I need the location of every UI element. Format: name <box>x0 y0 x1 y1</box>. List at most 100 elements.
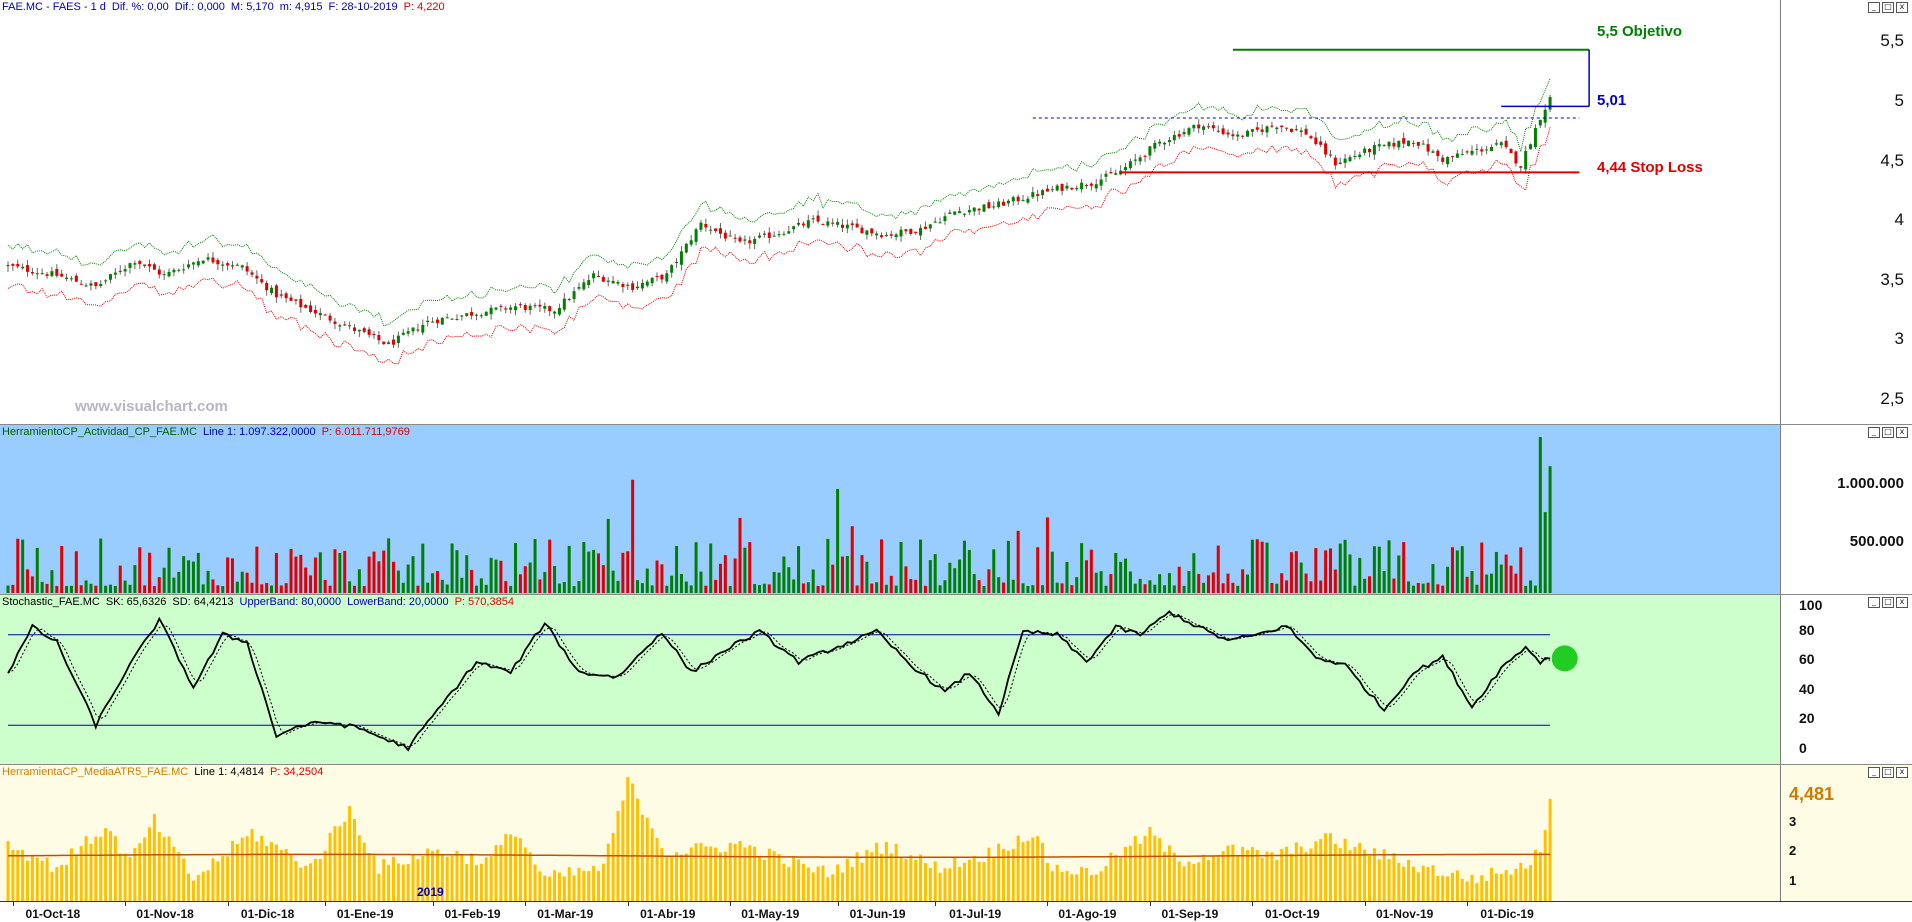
candle-body <box>709 229 713 231</box>
atr-bar <box>684 853 688 901</box>
maximize-button[interactable]: □ <box>1882 597 1894 608</box>
volume-bar <box>118 565 122 593</box>
volume-bar <box>1094 572 1098 593</box>
atr-bar <box>928 867 932 901</box>
atr-bar <box>797 859 801 901</box>
atr-bar <box>289 854 293 901</box>
volume-bar <box>1299 562 1303 593</box>
atr-bar <box>1163 851 1167 901</box>
candle-body <box>416 329 420 331</box>
price-y-axis[interactable]: 5,5 5 4,5 4 3,5 3 2,5 <box>1780 0 1912 424</box>
atr-bar <box>396 863 400 901</box>
candle-body <box>230 265 234 267</box>
volume-bar <box>694 542 698 593</box>
minimize-button[interactable]: _ <box>1868 427 1880 438</box>
volume-bar <box>1304 573 1308 593</box>
candle-body <box>636 286 640 289</box>
atr-bar <box>1206 859 1210 901</box>
activity-plot-area[interactable] <box>0 425 1780 594</box>
atr-bar <box>1031 837 1035 901</box>
candle-body <box>431 321 435 323</box>
candle-body <box>1338 162 1342 165</box>
volume-bar <box>1192 553 1196 593</box>
date-x-axis[interactable]: 01-Oct-18 01-Nov-18 01-Dic-18 01-Ene-19 01-F… <box>0 902 1912 922</box>
price-plot-area[interactable]: www.visualchart.com 5,5 Objetivo 5,01 4,… <box>0 0 1780 424</box>
volume-bar <box>880 539 884 593</box>
candle-body <box>1309 136 1313 139</box>
atr-panel[interactable]: HerramientaCP_MediaATR5_FAE.MC Line 1: 4,… <box>0 765 1912 902</box>
atr-bar <box>1319 839 1323 901</box>
maximize-button[interactable]: □ <box>1882 2 1894 13</box>
volume-bar <box>435 571 439 593</box>
volume-bar <box>1460 546 1464 593</box>
candle-body <box>909 228 913 234</box>
atr-bar <box>333 826 337 901</box>
atr-bar <box>309 863 313 901</box>
volume-bar <box>1446 566 1450 593</box>
atr-bar <box>826 877 830 901</box>
atr-bar <box>1543 830 1547 901</box>
atr-bar <box>1211 856 1215 901</box>
candle-body <box>1099 179 1103 186</box>
volume-bar <box>831 564 835 593</box>
stochastic-panel[interactable]: Stochastic_FAE.MC SK: 65,6326 SD: 64,4213 U… <box>0 595 1912 765</box>
atr-bar <box>977 861 981 901</box>
candle-body <box>1470 150 1474 155</box>
y-tick-label: 1.000.000 <box>1837 475 1904 492</box>
close-button[interactable]: x <box>1896 767 1908 778</box>
volume-bar <box>1099 571 1103 593</box>
atr-bar <box>313 859 317 901</box>
stochastic-y-axis[interactable]: 100 80 60 40 20 0 <box>1780 595 1912 764</box>
volume-bar <box>1158 574 1162 593</box>
candle-body <box>1177 134 1181 137</box>
volume-bar <box>406 564 410 593</box>
candle-body <box>914 231 918 233</box>
maximize-button[interactable]: □ <box>1882 767 1894 778</box>
atr-bar <box>1270 852 1274 901</box>
atr-bar <box>74 854 78 901</box>
candle-body <box>89 283 93 286</box>
activity-panel[interactable]: HerramientoCP_Actividad_CP_FAE.MC Line 1:… <box>0 425 1912 595</box>
candle-body <box>372 333 376 336</box>
volume-bar <box>1309 581 1313 593</box>
volume-bar <box>875 582 879 593</box>
close-button[interactable]: x <box>1896 2 1908 13</box>
price-panel[interactable]: FAE.MC - FAES - 1 d Dif. %: 0,00 Dif.: 0,0… <box>0 0 1912 425</box>
volume-bar <box>953 568 957 593</box>
x-tick <box>935 902 937 906</box>
minimize-button[interactable]: _ <box>1868 597 1880 608</box>
volume-bar <box>1011 579 1015 593</box>
candle-body <box>538 304 542 307</box>
stochastic-plot-area[interactable] <box>0 595 1780 764</box>
volume-bar <box>357 569 361 593</box>
candle-body <box>884 234 888 237</box>
atr-bar <box>733 844 737 901</box>
volume-bar <box>1397 555 1401 593</box>
atr-bar <box>474 865 478 901</box>
volume-bar <box>69 585 73 593</box>
atr-bar <box>55 867 59 901</box>
atr-bar <box>1455 870 1459 901</box>
x-tick-label: 01-Mar-19 <box>537 907 594 921</box>
volume-bar <box>723 555 727 593</box>
volume-bar <box>636 580 640 593</box>
atr-bar <box>894 843 898 901</box>
atr-plot-area[interactable]: 2019 <box>0 765 1780 901</box>
minimize-button[interactable]: _ <box>1868 767 1880 778</box>
candle-body <box>572 291 576 300</box>
atr-y-axis[interactable]: 4,481 4 3 2 1 <box>1780 765 1912 901</box>
close-button[interactable]: x <box>1896 597 1908 608</box>
volume-bar <box>592 549 596 593</box>
close-button[interactable]: x <box>1896 427 1908 438</box>
candle-body <box>494 307 498 310</box>
atr-bar <box>260 835 264 901</box>
activity-y-axis[interactable]: 1.000.000 500.000 <box>1780 425 1912 594</box>
candle-body <box>831 222 835 224</box>
atr-bar <box>69 848 73 901</box>
candle-body <box>1397 140 1401 148</box>
maximize-button[interactable]: □ <box>1882 427 1894 438</box>
volume-bar <box>797 546 801 593</box>
atr-bar <box>128 857 132 901</box>
minimize-button[interactable]: _ <box>1868 2 1880 13</box>
atr-bar <box>465 864 469 901</box>
